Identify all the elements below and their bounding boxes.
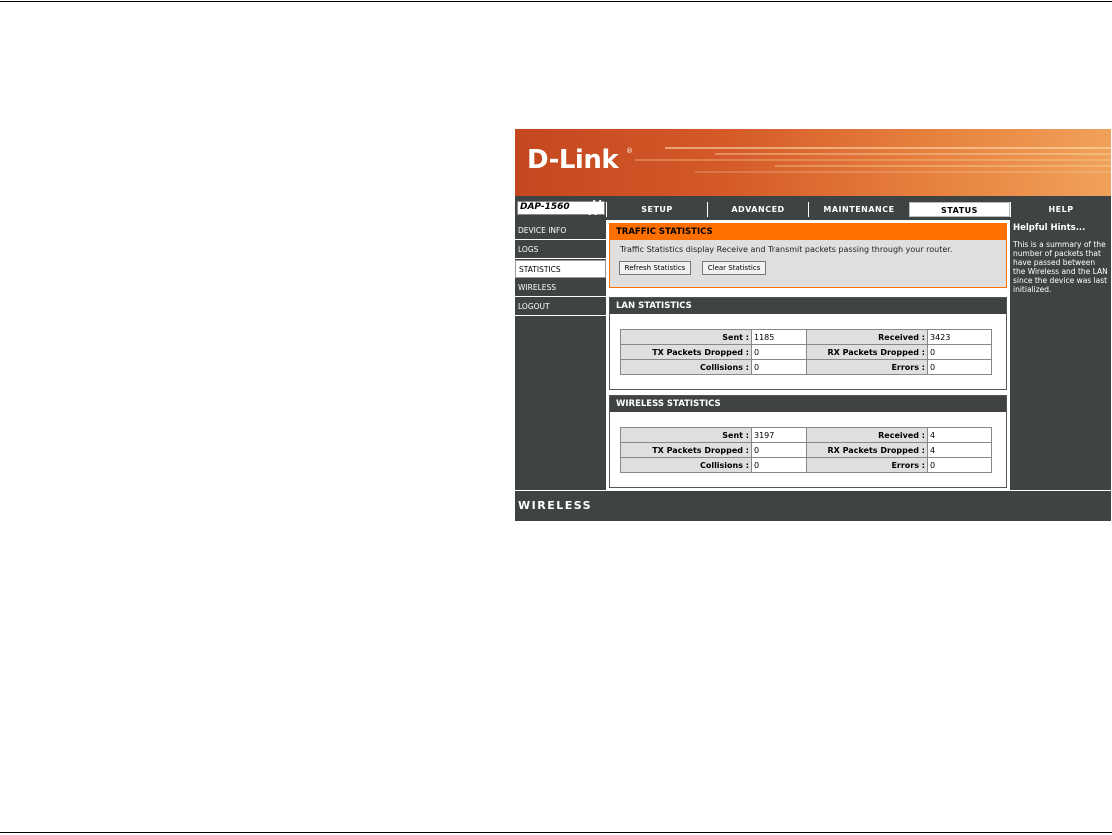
wireless-tx-dropped-label: TX Packets Dropped : bbox=[620, 442, 752, 458]
model-label: DAP-1560 bbox=[520, 202, 570, 212]
wireless-errors-value: 0 bbox=[927, 457, 992, 473]
footer-bar: WIRELESS bbox=[515, 490, 1111, 521]
lan-received-label: Received : bbox=[806, 329, 928, 345]
lan-errors-value: 0 bbox=[927, 359, 992, 375]
main-content: TRAFFIC STATISTICS Traffic Statistics di… bbox=[606, 220, 1010, 490]
lan-collisions-label: Collisions : bbox=[620, 359, 752, 375]
dlink-logo: D-Link bbox=[527, 145, 619, 175]
lan-statistics-panel: LAN STATISTICS Sent : 1185 Received : 34… bbox=[609, 297, 1007, 390]
sidebar-item-logout[interactable]: LOGOUT bbox=[515, 298, 606, 316]
wireless-rx-dropped-label: RX Packets Dropped : bbox=[806, 442, 928, 458]
lan-sent-label: Sent : bbox=[620, 329, 752, 345]
table-row: Collisions : 0 Errors : 0 bbox=[620, 359, 992, 375]
lan-received-value: 3423 bbox=[927, 329, 992, 345]
lan-statistics-table: Sent : 1185 Received : 3423 TX Packets D… bbox=[620, 329, 992, 375]
wireless-statistics-panel: WIRELESS STATISTICS Sent : 3197 Received… bbox=[609, 395, 1007, 488]
wireless-statistics-title: WIRELESS STATISTICS bbox=[610, 396, 1006, 412]
tab-status[interactable]: STATUS bbox=[909, 202, 1010, 217]
lan-tx-dropped-label: TX Packets Dropped : bbox=[620, 344, 752, 360]
wireless-received-label: Received : bbox=[806, 427, 928, 443]
wireless-tx-dropped-value: 0 bbox=[751, 442, 807, 458]
wireless-collisions-label: Collisions : bbox=[620, 457, 752, 473]
table-row: Collisions : 0 Errors : 0 bbox=[620, 457, 992, 473]
table-row: Sent : 1185 Received : 3423 bbox=[620, 329, 992, 345]
helpful-hints-panel: Helpful Hints... This is a summary of th… bbox=[1010, 220, 1111, 490]
footer-wireless-label: WIRELESS bbox=[518, 499, 593, 512]
page-top-rule bbox=[0, 1, 1112, 2]
sidebar-item-logs[interactable]: LOGS bbox=[515, 241, 606, 259]
sidebar-item-wireless[interactable]: WIRELESS bbox=[515, 279, 606, 297]
tab-advanced[interactable]: ADVANCED bbox=[707, 202, 808, 217]
wireless-rx-dropped-value: 4 bbox=[927, 442, 992, 458]
lan-rx-dropped-value: 0 bbox=[927, 344, 992, 360]
registered-mark: ® bbox=[626, 147, 633, 155]
helpful-hints-text: This is a summary of the number of packe… bbox=[1013, 240, 1108, 294]
lan-sent-value: 1185 bbox=[751, 329, 807, 345]
tab-maintenance[interactable]: MAINTENANCE bbox=[808, 202, 909, 217]
router-admin-ui: D-Link ® DAP-1560 SETUP ADVANCED MAINTEN… bbox=[515, 129, 1111, 521]
lan-collisions-value: 0 bbox=[751, 359, 807, 375]
table-row: TX Packets Dropped : 0 RX Packets Droppe… bbox=[620, 442, 992, 458]
traffic-statistics-description: Traffic Statistics display Receive and T… bbox=[620, 245, 953, 254]
traffic-statistics-panel: TRAFFIC STATISTICS Traffic Statistics di… bbox=[609, 223, 1007, 288]
lan-statistics-title: LAN STATISTICS bbox=[610, 298, 1006, 314]
wireless-sent-label: Sent : bbox=[620, 427, 752, 443]
wireless-statistics-table: Sent : 3197 Received : 4 TX Packets Drop… bbox=[620, 427, 992, 473]
tab-setup[interactable]: SETUP bbox=[606, 202, 707, 217]
table-row: TX Packets Dropped : 0 RX Packets Droppe… bbox=[620, 344, 992, 360]
tab-help[interactable]: HELP bbox=[1010, 202, 1111, 217]
lan-errors-label: Errors : bbox=[806, 359, 928, 375]
traffic-statistics-title: TRAFFIC STATISTICS bbox=[610, 224, 1006, 240]
page-bottom-rule bbox=[0, 832, 1112, 833]
table-row: Sent : 3197 Received : 4 bbox=[620, 427, 992, 443]
wireless-errors-label: Errors : bbox=[806, 457, 928, 473]
wireless-sent-value: 3197 bbox=[751, 427, 807, 443]
lan-rx-dropped-label: RX Packets Dropped : bbox=[806, 344, 928, 360]
sidebar-item-statistics[interactable]: STATISTICS bbox=[515, 260, 606, 278]
lan-tx-dropped-value: 0 bbox=[751, 344, 807, 360]
wireless-collisions-value: 0 bbox=[751, 457, 807, 473]
dlink-banner: D-Link ® bbox=[515, 129, 1111, 196]
helpful-hints-title: Helpful Hints... bbox=[1013, 223, 1086, 233]
refresh-statistics-button[interactable]: Refresh Statistics bbox=[619, 261, 691, 275]
sidebar-item-device-info[interactable]: DEVICE INFO bbox=[515, 222, 606, 240]
clear-statistics-button[interactable]: Clear Statistics bbox=[702, 261, 766, 275]
wireless-received-value: 4 bbox=[927, 427, 992, 443]
